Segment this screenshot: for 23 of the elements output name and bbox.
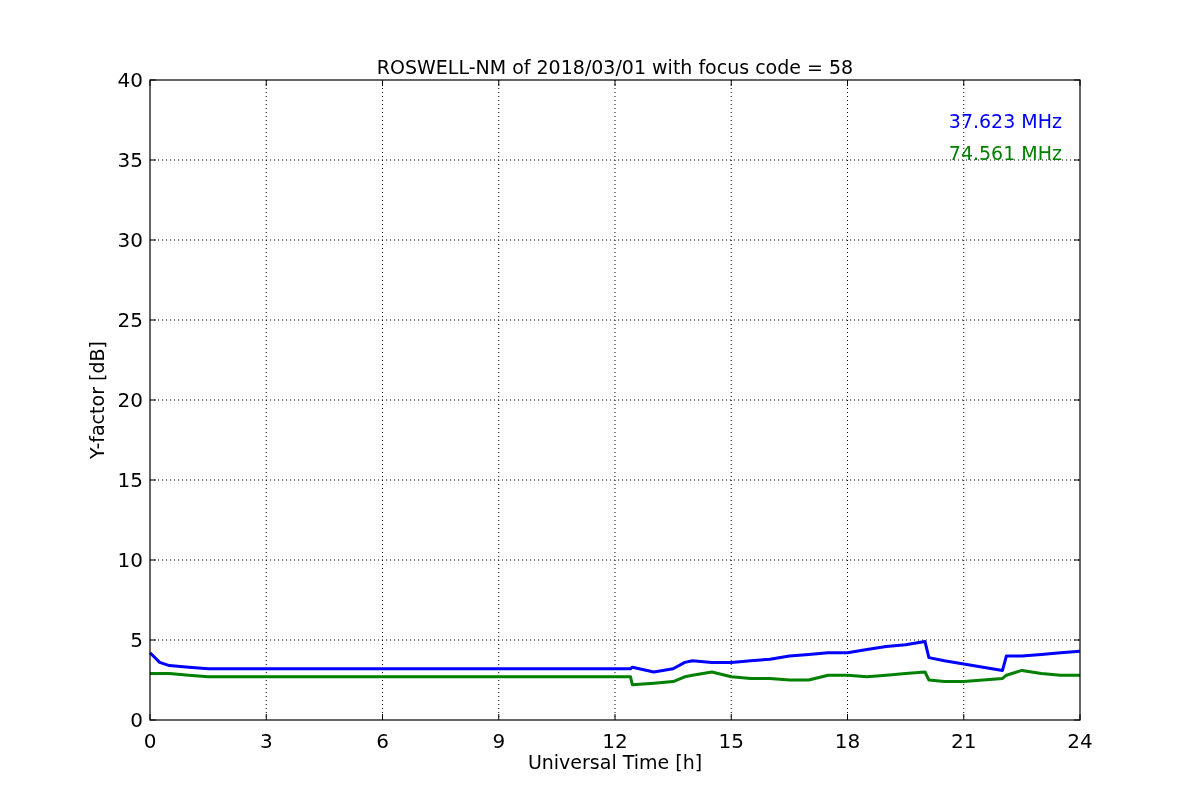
y-tick-label: 25: [117, 308, 143, 332]
y-tick-label: 20: [117, 388, 143, 412]
x-tick-label: 18: [834, 729, 861, 753]
y-tick-label: 30: [117, 228, 143, 252]
x-tick-label: 9: [492, 729, 506, 753]
legend-label: 37.623 MHz: [948, 110, 1062, 132]
x-tick-label: 15: [718, 729, 744, 753]
y-tick-label: 0: [130, 708, 143, 732]
y-axis-label: Y-factor [dB]: [86, 341, 108, 459]
y-tick-label: 40: [117, 68, 143, 92]
x-axis-label: Universal Time [h]: [527, 751, 703, 773]
x-tick-label: 6: [376, 729, 389, 753]
y-tick-label: 15: [117, 468, 143, 492]
y-tick-label: 5: [130, 628, 143, 652]
x-tick-label: 3: [259, 729, 273, 753]
x-tick-label: 0: [143, 729, 157, 753]
x-tick-label: 21: [951, 729, 977, 753]
y-tick-label: 10: [117, 548, 143, 572]
x-tick-label: 24: [1067, 729, 1093, 753]
y-tick-label: 35: [117, 148, 143, 172]
chart-title: ROSWELL-NM of 2018/03/01 with focus code = 58: [376, 56, 854, 78]
legend-label: 74.561 MHz: [948, 142, 1062, 164]
x-tick-label: 12: [602, 729, 628, 753]
